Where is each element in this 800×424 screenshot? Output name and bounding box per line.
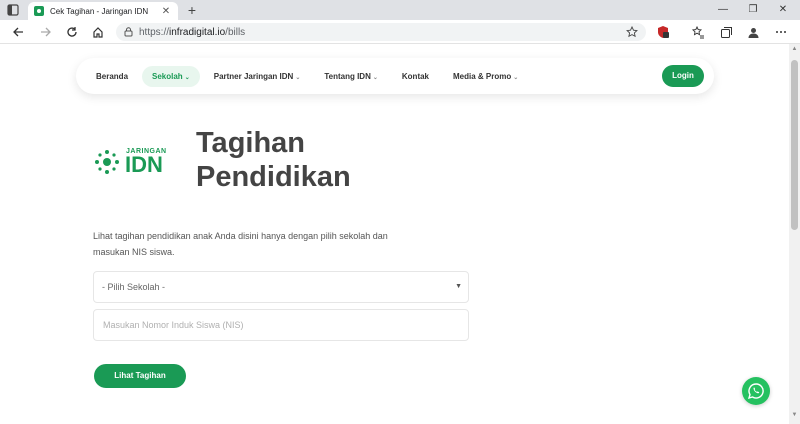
browser-toolbar: https://infradigital.io/bills	[0, 20, 800, 44]
more-options-icon[interactable]	[773, 24, 789, 40]
scroll-up-icon[interactable]: ▲	[791, 46, 798, 52]
page-description: Lihat tagihan pendidikan anak Anda disin…	[93, 231, 388, 257]
site-favicon-icon	[34, 6, 44, 16]
favorite-star-icon[interactable]	[626, 25, 638, 41]
caret-down-icon: ▼	[455, 283, 462, 290]
nis-input[interactable]	[93, 309, 469, 341]
login-button[interactable]: Login	[662, 65, 704, 87]
chevron-down-icon: ⌄	[513, 74, 519, 81]
nav-item-beranda[interactable]: Beranda	[86, 66, 138, 87]
close-tab-icon[interactable]: ✕	[160, 6, 172, 17]
back-icon[interactable]	[10, 24, 26, 40]
page-title-line-1: Tagihan	[196, 127, 306, 159]
nav-item-label: Sekolah	[152, 71, 183, 81]
browser-tab-bar: Cek Tagihan - Jaringan IDN ✕ + — ❐ ✕	[0, 0, 800, 20]
close-window-icon[interactable]: ✕	[768, 2, 798, 18]
refresh-icon[interactable]	[64, 24, 80, 40]
chevron-down-icon: ⌄	[184, 74, 190, 81]
nav-item-media-promo[interactable]: Media & Promo ⌄	[443, 66, 528, 87]
logo-mark-icon	[95, 150, 119, 174]
tab-actions-icon[interactable]	[6, 3, 20, 17]
forward-icon[interactable]	[38, 24, 54, 40]
nav-item-label: Kontak	[401, 71, 430, 81]
scroll-down-icon[interactable]: ▼	[791, 412, 798, 418]
home-icon[interactable]	[90, 24, 106, 40]
nav-item-sekolah[interactable]: Sekolah ⌄	[142, 65, 200, 87]
chevron-down-icon: ⌄	[295, 74, 301, 81]
nav-item-kontak[interactable]: Kontak	[392, 66, 439, 87]
web-page: Beranda Sekolah ⌄ Partner Jaringan IDN ⌄ T…	[0, 44, 789, 424]
lihat-tagihan-button[interactable]: Lihat Tagihan	[94, 364, 186, 388]
nav-item-tentang[interactable]: Tentang IDN ⌄	[314, 66, 388, 87]
nav-item-partner[interactable]: Partner Jaringan IDN ⌄	[204, 66, 311, 87]
favorites-icon[interactable]	[690, 24, 706, 40]
profile-avatar-icon[interactable]	[745, 24, 761, 40]
chevron-down-icon: ⌄	[372, 74, 378, 81]
browser-tab[interactable]: Cek Tagihan - Jaringan IDN ✕	[28, 2, 178, 20]
nav-item-label: Media & Promo	[453, 71, 512, 81]
url-protocol: https://	[139, 26, 170, 38]
new-tab-button[interactable]: +	[184, 2, 200, 18]
tab-title: Cek Tagihan - Jaringan IDN	[50, 6, 149, 16]
school-select[interactable]: - Pilih Sekolah - ▼	[93, 271, 469, 303]
nav-item-label: Tentang IDN	[324, 71, 371, 81]
minimize-icon[interactable]: —	[708, 2, 738, 18]
logo-text-main: IDN	[125, 152, 163, 177]
school-select-value: - Pilih Sekolah -	[102, 282, 166, 292]
nav-item-label: Beranda	[96, 71, 129, 81]
url-host: infradigital.io	[169, 26, 226, 38]
url-path: /bills	[225, 26, 246, 38]
scrollbar-thumb[interactable]	[791, 60, 798, 230]
collections-icon[interactable]	[718, 24, 734, 40]
lock-icon[interactable]	[124, 27, 133, 37]
nav-item-label: Partner Jaringan IDN	[213, 71, 294, 81]
whatsapp-button[interactable]	[742, 377, 770, 405]
address-bar[interactable]: https://infradigital.io/bills	[116, 23, 646, 41]
restore-icon[interactable]: ❐	[738, 2, 768, 18]
window-controls: — ❐ ✕	[708, 2, 798, 18]
page-title: Tagihan Pendidikan	[196, 126, 351, 194]
jaringan-idn-logo[interactable]: JARINGAN IDN	[92, 146, 172, 178]
whatsapp-icon	[747, 383, 764, 400]
extension-shield-icon[interactable]	[655, 24, 671, 40]
page-title-line-2: Pendidikan	[196, 161, 351, 193]
site-navbar: Beranda Sekolah ⌄ Partner Jaringan IDN ⌄ T…	[76, 58, 714, 94]
page-scrollbar[interactable]: ▲ ▼	[789, 44, 800, 424]
